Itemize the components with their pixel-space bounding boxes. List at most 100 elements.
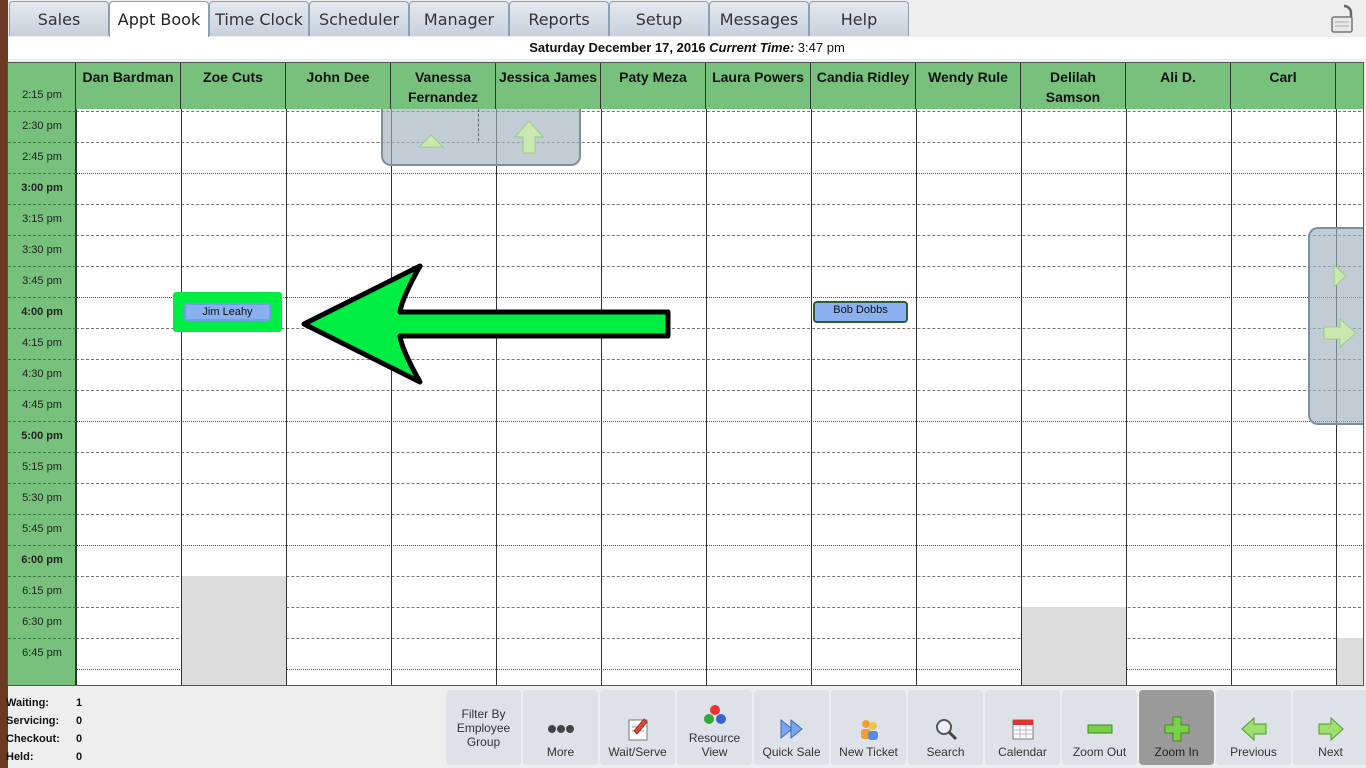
toolbar-label: Filter By Employee Group	[456, 706, 511, 749]
column-divider	[811, 109, 812, 685]
date-header: Saturday December 17, 2016 Current Time:…	[8, 37, 1366, 59]
toolbar-more-button[interactable]: More	[523, 690, 598, 765]
scroll-up-icon[interactable]	[513, 119, 545, 155]
time-label: 5:15 pm	[22, 461, 62, 473]
tab-scheduler[interactable]: Scheduler	[309, 1, 409, 36]
employee-header[interactable]: Dan Bardman	[76, 63, 181, 109]
date-text: Saturday December 17, 2016	[529, 40, 706, 55]
pencil-note-icon	[625, 717, 651, 741]
employee-header[interactable]: Laura Powers	[706, 63, 811, 109]
tab-manager[interactable]: Manager	[409, 1, 509, 36]
servicing-count: 0	[76, 715, 83, 727]
calendar-icon	[1010, 717, 1036, 741]
time-label: 2:15 pm	[22, 89, 62, 101]
row-divider	[76, 390, 1363, 391]
scroll-right-icon[interactable]	[1322, 317, 1358, 349]
tab-time-clock[interactable]: Time Clock	[209, 1, 309, 36]
time-divider	[8, 638, 76, 639]
lock-icon[interactable]	[1330, 4, 1358, 34]
time-label: 3:30 pm	[22, 244, 62, 256]
time-label: 2:30 pm	[22, 120, 62, 132]
employee-header[interactable]: Jessica James	[496, 63, 601, 109]
tab-sales[interactable]: Sales	[9, 1, 109, 36]
toolbar-label: Resource View	[688, 731, 741, 759]
appointment-block[interactable]: Jim Leahy	[184, 303, 271, 321]
column-divider	[706, 109, 707, 685]
toolbar-search-button[interactable]: Search	[908, 690, 983, 765]
row-divider	[76, 111, 1363, 112]
time-label: 2:45 pm	[22, 151, 62, 163]
time-divider	[8, 483, 76, 484]
toolbar-label: Zoom Out	[1072, 745, 1127, 759]
time-label: 3:00 pm	[21, 182, 63, 194]
employee-header[interactable]: Candia Ridley	[811, 63, 916, 109]
toolbar-previous-button[interactable]: Previous	[1216, 690, 1291, 765]
time-divider	[8, 545, 76, 546]
column-divider	[1021, 109, 1022, 685]
column-divider	[181, 109, 182, 685]
toolbar-quick-sale-button[interactable]: Quick Sale	[754, 690, 829, 765]
employee-header[interactable]: Vanessa Fernandez	[391, 63, 496, 109]
employee-header[interactable]: Wendy Rule	[916, 63, 1021, 109]
employee-header[interactable]: Carl	[1231, 63, 1336, 109]
toolbar-label: Previous	[1230, 745, 1277, 759]
toolbar-zoom-out-button[interactable]: Zoom Out	[1062, 690, 1137, 765]
bottom-toolbar: Filter By Employee Group More Wait/Serve Re…	[446, 690, 1366, 765]
time-divider	[8, 452, 76, 453]
annotation-arrow-icon	[301, 263, 671, 385]
employee-header[interactable]: Zoe Cuts	[181, 63, 286, 109]
time-divider	[8, 204, 76, 205]
tab-reports[interactable]: Reports	[509, 1, 609, 36]
time-divider	[8, 607, 76, 608]
toolbar-label: Calendar	[998, 745, 1047, 759]
employee-header[interactable]: Delilah Samson	[1021, 63, 1126, 109]
row-divider	[76, 204, 1363, 205]
employee-header[interactable]: John Dee	[286, 63, 391, 109]
appointment-grid[interactable]: Dan Bardman Zoe Cuts John Dee Vanessa Ferna…	[7, 62, 1364, 686]
unavailable-block	[1021, 607, 1126, 685]
toolbar-filter-by-employee-group-button[interactable]: Filter By Employee Group	[446, 690, 521, 765]
toolbar-label: Wait/Serve	[608, 745, 667, 759]
tab-appt-book[interactable]: Appt Book	[109, 1, 209, 37]
column-divider	[1231, 109, 1232, 685]
status-checkout: Checkout: 0	[6, 733, 83, 745]
column-divider	[286, 109, 287, 685]
employee-header[interactable]: Ali D.	[1126, 63, 1231, 109]
magnifier-icon	[933, 717, 959, 741]
employee-header[interactable]: Paty Meza	[601, 63, 706, 109]
toolbar-zoom-in-button[interactable]: Zoom In	[1139, 690, 1214, 765]
toolbar-label: Search	[926, 745, 965, 759]
toolbar-resource-view-button[interactable]: Resource View	[677, 690, 752, 765]
toolbar-next-button[interactable]: Next	[1293, 690, 1366, 765]
time-divider	[8, 266, 76, 267]
column-divider	[496, 109, 497, 685]
appointment-block[interactable]: Bob Dobbs	[813, 301, 908, 323]
status-waiting: Waiting: 1	[6, 697, 83, 709]
tab-setup[interactable]: Setup	[609, 1, 709, 36]
scroll-right-small-icon[interactable]	[1332, 263, 1348, 289]
time-divider	[8, 390, 76, 391]
scroll-up-panel	[381, 109, 581, 166]
time-column: 2:15 pm 2:30 pm 2:45 pm 3:00 pm 3:15 pm 3:30 …	[8, 63, 76, 685]
row-divider	[76, 235, 1363, 236]
tab-messages[interactable]: Messages	[709, 1, 809, 36]
time-label: 4:00 pm	[21, 306, 63, 318]
toolbar-wait-serve-button[interactable]: Wait/Serve	[600, 690, 675, 765]
tab-help[interactable]: Help	[809, 1, 909, 36]
scroll-up-small-icon[interactable]	[417, 133, 445, 149]
row-divider	[76, 359, 1363, 360]
fast-forward-icon	[779, 717, 805, 741]
employee-header-row: Dan Bardman Zoe Cuts John Dee Vanessa Ferna…	[8, 63, 1363, 109]
scroll-up-divider	[478, 109, 479, 141]
time-divider	[8, 421, 76, 422]
row-divider	[76, 421, 1363, 422]
time-label: 4:15 pm	[22, 337, 62, 349]
toolbar-new-ticket-button[interactable]: New Ticket	[831, 690, 906, 765]
row-divider	[76, 266, 1363, 267]
employee-header[interactable]: Ed	[1336, 63, 1363, 109]
waiting-count: 1	[76, 697, 83, 709]
toolbar-calendar-button[interactable]: Calendar	[985, 690, 1060, 765]
row-divider	[76, 452, 1363, 453]
row-divider	[76, 514, 1363, 515]
toolbar-label: Quick Sale	[762, 745, 821, 759]
